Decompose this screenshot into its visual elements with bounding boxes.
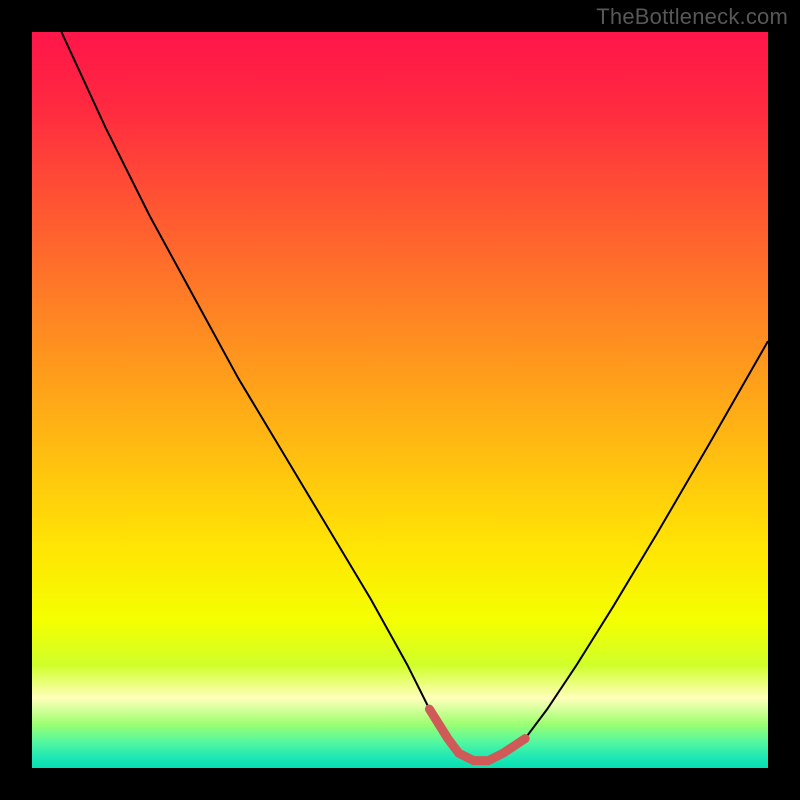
background-gradient bbox=[32, 32, 768, 768]
chart-frame: TheBottleneck.com bbox=[0, 0, 800, 800]
plot-area bbox=[32, 32, 768, 768]
plot-svg bbox=[32, 32, 768, 768]
watermark-text: TheBottleneck.com bbox=[596, 4, 788, 30]
